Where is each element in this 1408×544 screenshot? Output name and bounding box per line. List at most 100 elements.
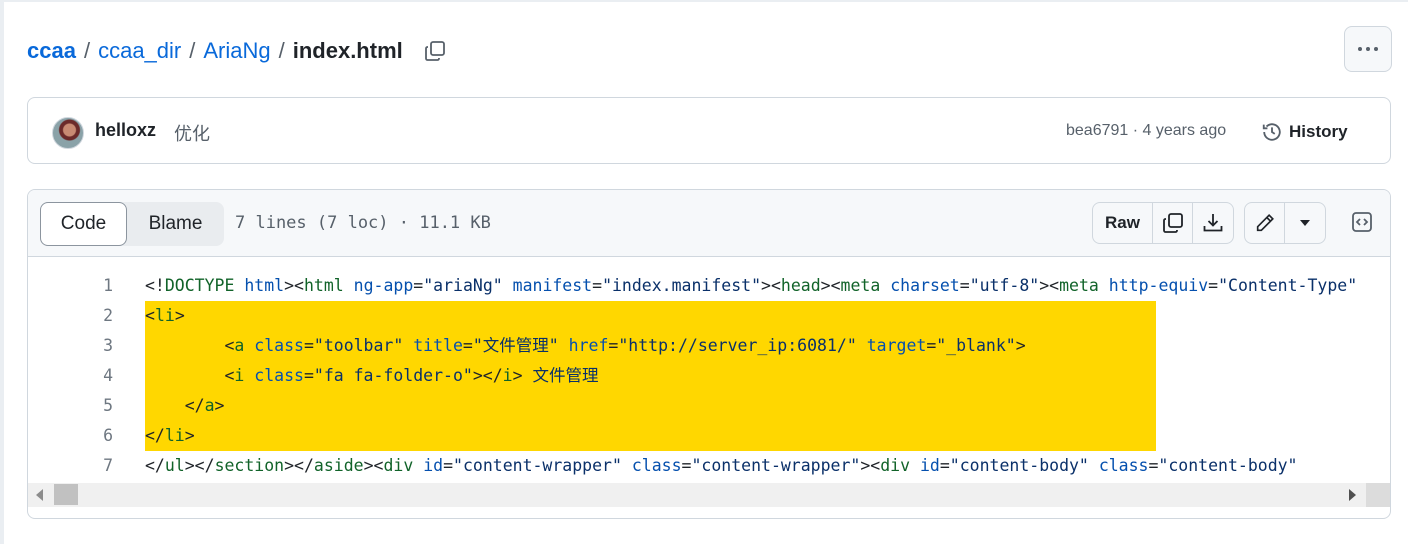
code-row: 3 <a class="toolbar" title="文件管理" href="… <box>28 331 1390 361</box>
download-button[interactable] <box>1193 203 1233 243</box>
commit-age: 4 years ago <box>1142 122 1227 139</box>
scroll-right-arrow[interactable] <box>1349 489 1356 501</box>
breadcrumb-separator: / <box>189 38 196 63</box>
code-token: = <box>926 336 937 355</box>
code-square-icon <box>1352 212 1372 232</box>
commit-author-link[interactable]: helloxz <box>95 120 156 141</box>
tab-code[interactable]: Code <box>40 202 127 246</box>
code-token: >< <box>860 456 881 475</box>
code-token: meta <box>1059 276 1099 295</box>
breadcrumb-dir-link[interactable]: ccaa_dir <box>98 38 181 64</box>
file-header: Code Blame 7 lines (7 loc) · 11.1 KB Raw <box>28 190 1390 257</box>
line-number[interactable]: 5 <box>28 391 113 421</box>
breadcrumb-current-file: index.html <box>292 38 403 63</box>
commit-sha-link[interactable]: bea6791 <box>1066 122 1128 139</box>
code-token: id <box>423 456 444 475</box>
code-token: a <box>234 336 245 355</box>
code-token: href <box>568 336 609 355</box>
code-token: i <box>234 366 245 385</box>
kebab-horizontal-icon <box>1358 47 1378 51</box>
code-token: = <box>608 336 619 355</box>
symbols-panel-button[interactable] <box>1344 204 1380 240</box>
copy-raw-button[interactable] <box>1153 203 1193 243</box>
more-options-button[interactable] <box>1344 26 1392 72</box>
code-token: class <box>254 336 304 355</box>
avatar[interactable] <box>52 117 84 149</box>
commit-message-link[interactable]: 优化 <box>174 120 210 146</box>
code-line: <li> <box>145 301 1156 331</box>
code-token: class <box>1098 456 1149 475</box>
code-row: 1 <!DOCTYPE html><html ng-app="ariaNg" ma… <box>28 271 1390 301</box>
scroll-left-arrow[interactable] <box>36 489 43 501</box>
code-token: head <box>780 276 821 295</box>
line-number[interactable]: 6 <box>28 421 113 451</box>
code-token: 文件管理 <box>532 366 599 385</box>
code-token: = <box>959 276 970 295</box>
code-token: = <box>462 336 473 355</box>
code-token: aside <box>313 456 364 475</box>
breadcrumb-separator: / <box>278 38 285 63</box>
history-clock-icon <box>1262 123 1281 141</box>
code-token: >< <box>761 276 781 295</box>
copy-path-button[interactable] <box>419 35 451 67</box>
code-token: > <box>1015 336 1026 355</box>
code-token: = <box>1208 276 1219 295</box>
code-token: <! <box>145 276 165 295</box>
raw-button[interactable]: Raw <box>1093 203 1153 243</box>
code-row: 2 <li> <box>28 301 1390 331</box>
code-token: ></ <box>284 456 314 475</box>
code-token: "content-body" <box>1158 456 1298 475</box>
raw-actions-group: Raw <box>1092 202 1234 244</box>
code-token: title <box>413 336 463 355</box>
code-token: = <box>681 456 692 475</box>
line-number[interactable]: 3 <box>28 331 113 361</box>
code-token: > <box>214 396 225 415</box>
top-divider <box>0 0 1408 2</box>
code-token: >< <box>1039 276 1060 295</box>
line-number[interactable]: 2 <box>28 301 113 331</box>
code-token: a <box>204 396 215 415</box>
code-token: = <box>939 456 950 475</box>
line-number[interactable]: 1 <box>28 271 113 301</box>
code-row: 5 </a> <box>28 391 1390 421</box>
line-number[interactable]: 4 <box>28 361 113 391</box>
left-divider <box>0 0 4 544</box>
edit-file-button[interactable] <box>1245 203 1285 243</box>
code-token: < <box>145 306 155 325</box>
code-token: "content-wrapper" <box>691 456 861 475</box>
tab-blame[interactable]: Blame <box>127 202 224 246</box>
code-token: " <box>472 336 483 355</box>
history-button[interactable]: History <box>1261 116 1348 148</box>
code-token: < <box>145 336 235 355</box>
code-token: >< <box>363 456 384 475</box>
breadcrumb-owner-link[interactable]: ccaa <box>27 38 76 64</box>
code-token: ></ <box>184 456 215 475</box>
horizontal-scrollbar[interactable] <box>28 483 1390 507</box>
breadcrumb: ccaa / ccaa_dir / AriaNg / index.html <box>27 33 451 69</box>
code-token: >< <box>820 276 841 295</box>
code-token: "content-wrapper" <box>453 456 622 475</box>
edit-menu-button[interactable] <box>1285 203 1325 243</box>
code-row: 7 </ul></section></aside><div id="content… <box>28 451 1390 481</box>
code-token: > <box>184 426 195 445</box>
code-token: = <box>443 456 454 475</box>
copy-icon <box>1162 213 1183 233</box>
code-token: html <box>303 276 344 295</box>
breadcrumb-subdir-link[interactable]: AriaNg <box>203 38 270 64</box>
code-token: manifest <box>512 276 593 295</box>
line-number[interactable]: 7 <box>28 451 113 481</box>
scroll-thumb[interactable] <box>54 484 78 505</box>
code-token: </ <box>145 426 165 445</box>
code-token: target <box>866 336 927 355</box>
